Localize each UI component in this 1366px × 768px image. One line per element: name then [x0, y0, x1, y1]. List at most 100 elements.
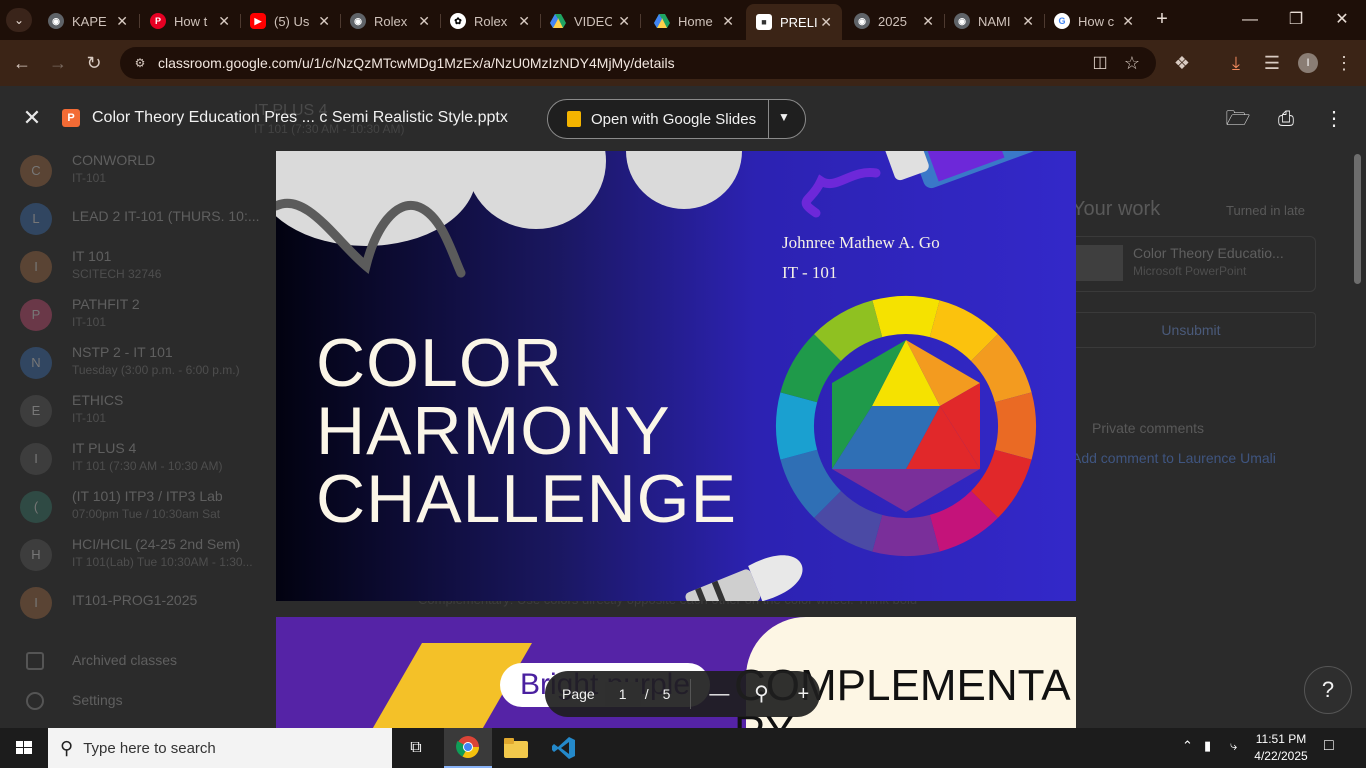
- close-icon[interactable]: ✕: [1122, 13, 1134, 30]
- media-controls-icon[interactable]: ☰: [1260, 51, 1284, 75]
- folder-icon[interactable]: 🗁: [1225, 106, 1251, 132]
- sidebar-class-item[interactable]: I IT 101 SCITECH 32746: [20, 248, 264, 288]
- zoom-in-icon[interactable]: +: [789, 680, 817, 708]
- tab[interactable]: VIDEO ✕: [540, 6, 640, 36]
- notifications-icon[interactable]: □: [1324, 737, 1334, 755]
- sidebar-class-item[interactable]: P PATHFIT 2 IT-101: [20, 296, 264, 336]
- color-wheel: [776, 296, 1036, 556]
- private-comments-heading: Private comments: [1092, 420, 1205, 436]
- class-name: (IT 101) ITP3 / ITP3 Lab: [72, 488, 223, 504]
- viewer-close-button[interactable]: ✕: [20, 106, 44, 130]
- install-app-icon[interactable]: ◫: [1088, 51, 1112, 75]
- sidebar-class-item[interactable]: C CONWORLD IT-101: [20, 152, 264, 192]
- class-name: NSTP 2 - IT 101: [72, 344, 173, 360]
- class-avatar: I: [20, 251, 52, 283]
- google-icon: G: [1054, 13, 1070, 29]
- browser-toolbar: ← → ↻ ⚙ classroom.google.com/u/1/c/NzQzM…: [0, 40, 1366, 86]
- settings-icon: [26, 692, 44, 710]
- attachment-card[interactable]: Color Theory Educatio... Microsoft Power…: [1066, 236, 1316, 292]
- unsubmit-button[interactable]: Unsubmit: [1066, 312, 1316, 348]
- tab[interactable]: P How t ✕: [140, 6, 240, 36]
- tab[interactable]: ◉ NAMI ✕: [944, 6, 1044, 36]
- close-icon[interactable]: ✕: [820, 14, 832, 31]
- minimize-button[interactable]: —: [1238, 8, 1262, 32]
- help-button[interactable]: ?: [1304, 666, 1352, 714]
- zoom-out-icon[interactable]: —: [705, 680, 733, 708]
- tab[interactable]: ◉ Rolex ✕: [340, 6, 440, 36]
- sidebar-class-item[interactable]: H HCI/HCIL (24-25 2nd Sem) IT 101(Lab) T…: [20, 536, 264, 576]
- tab[interactable]: ◉ KAPE ✕: [38, 6, 138, 36]
- zoom-icon[interactable]: ⚲: [747, 680, 775, 708]
- tab[interactable]: G How c ✕: [1044, 6, 1144, 36]
- dropdown-caret-icon[interactable]: ▼: [778, 110, 790, 124]
- globe-icon: ◉: [350, 13, 366, 29]
- tab[interactable]: ◉ 2025 ✕: [844, 6, 944, 36]
- tab-title: How t: [174, 13, 208, 29]
- address-bar[interactable]: ⚙ classroom.google.com/u/1/c/NzQzMTcwMDg…: [120, 47, 1156, 79]
- bookmark-star-icon[interactable]: ☆: [1120, 51, 1144, 75]
- close-icon[interactable]: ✕: [922, 13, 934, 30]
- viewer-filename: Color Theory Education Pres ... c Semi R…: [92, 109, 508, 126]
- tab[interactable]: ▶ (5) Us ✕: [240, 6, 340, 36]
- tab[interactable]: ✿ Rolex ✕: [440, 6, 540, 36]
- menu-icon[interactable]: ⋮: [1332, 51, 1356, 75]
- file-explorer-taskbar-app[interactable]: [492, 728, 540, 768]
- drive-icon: [550, 13, 566, 29]
- extensions-icon[interactable]: ❖: [1170, 51, 1194, 75]
- forward-icon[interactable]: →: [46, 51, 70, 75]
- taskbar-clock[interactable]: 11:51 PM 4/22/2025: [1248, 731, 1314, 765]
- profile-avatar[interactable]: I: [1298, 53, 1318, 73]
- scrollbar[interactable]: [1354, 154, 1361, 284]
- tray-chevron-icon[interactable]: ⌃: [1182, 738, 1193, 754]
- start-button[interactable]: [0, 728, 48, 768]
- new-tab-button[interactable]: +: [1150, 8, 1174, 32]
- add-comment-link[interactable]: Add comment to Laurence Umali: [1072, 450, 1276, 466]
- settings-link[interactable]: Settings: [72, 692, 123, 708]
- chrome-taskbar-app[interactable]: [444, 728, 492, 768]
- sidebar-class-item[interactable]: N NSTP 2 - IT 101 Tuesday (3:00 p.m. - 6…: [20, 344, 264, 384]
- tab-search-button[interactable]: ⌄: [6, 8, 32, 32]
- close-icon[interactable]: ✕: [518, 13, 530, 30]
- open-with-label: Open with Google Slides: [591, 110, 757, 128]
- page-number-input[interactable]: 1: [604, 682, 641, 706]
- back-icon[interactable]: ←: [10, 51, 34, 75]
- close-icon[interactable]: ✕: [418, 13, 430, 30]
- close-icon[interactable]: ✕: [618, 13, 630, 30]
- wifi-icon[interactable]: ⤷: [1230, 738, 1237, 754]
- tab-active[interactable]: ■ PRELI ✕: [746, 4, 842, 40]
- download-icon[interactable]: ⤓: [1224, 51, 1248, 75]
- attachment-type: Microsoft PowerPoint: [1133, 264, 1247, 278]
- close-icon[interactable]: ✕: [722, 13, 734, 30]
- close-icon[interactable]: ✕: [116, 13, 128, 30]
- close-icon[interactable]: ✕: [1022, 13, 1034, 30]
- battery-icon[interactable]: ▮: [1204, 738, 1211, 754]
- task-view-button[interactable]: ⧉: [392, 728, 440, 768]
- site-info-icon[interactable]: ⚙: [130, 53, 150, 73]
- tab[interactable]: Home ✕: [644, 6, 744, 36]
- sidebar-class-item[interactable]: E ETHICS IT-101: [20, 392, 264, 432]
- vscode-taskbar-app[interactable]: [540, 728, 588, 768]
- taskbar-search[interactable]: ⚲ Type here to search: [48, 728, 392, 768]
- class-section: IT-101: [72, 171, 107, 185]
- close-icon[interactable]: ✕: [318, 13, 330, 30]
- class-name: PATHFIT 2: [72, 296, 140, 312]
- sidebar-class-item[interactable]: I IT101-PROG1-2025: [20, 584, 264, 624]
- print-icon[interactable]: ⎙: [1273, 106, 1299, 132]
- class-avatar: E: [20, 395, 52, 427]
- reload-icon[interactable]: ↻: [82, 51, 106, 75]
- restore-button[interactable]: ❐: [1284, 8, 1308, 32]
- tab-title: Rolex: [474, 13, 508, 29]
- sidebar-class-item[interactable]: I IT PLUS 4 IT 101 (7:30 AM - 10:30 AM): [20, 440, 264, 480]
- close-icon[interactable]: ✕: [218, 13, 230, 30]
- more-options-icon[interactable]: ⋮: [1321, 106, 1347, 132]
- window-close-button[interactable]: ✕: [1330, 8, 1354, 32]
- open-with-google-slides-button[interactable]: Open with Google Slides ▼: [547, 99, 806, 139]
- page-controls: Page 1 / 5 — ⚲ +: [545, 671, 820, 717]
- sidebar-class-item[interactable]: ( (IT 101) ITP3 / ITP3 Lab 07:00pm Tue /…: [20, 488, 264, 528]
- slide-course: IT - 101: [782, 263, 838, 282]
- archived-classes-link[interactable]: Archived classes: [72, 652, 177, 668]
- sidebar-class-item[interactable]: L LEAD 2 IT-101 (THURS. 10:...: [20, 200, 264, 240]
- status-badge: Turned in late: [1226, 203, 1306, 218]
- color-wheel-segment: [872, 296, 940, 338]
- color-wheel-segment: [776, 392, 818, 460]
